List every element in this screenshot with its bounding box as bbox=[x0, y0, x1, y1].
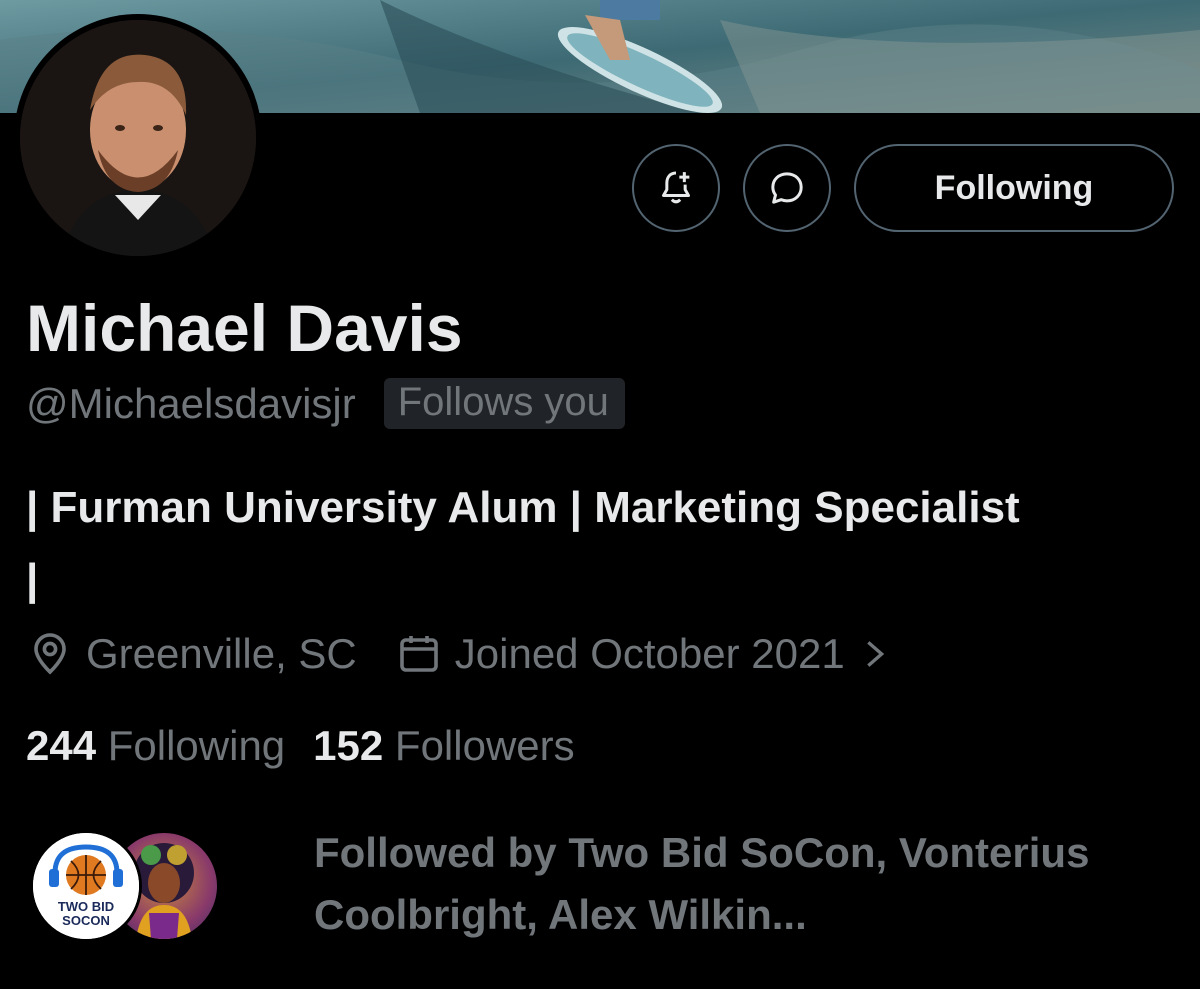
chat-bubble-icon bbox=[771, 172, 803, 204]
profile-meta: Greenville, SC Joined October 2021 bbox=[26, 630, 893, 678]
profile-joined-date: Joined October 2021 bbox=[454, 630, 845, 677]
bell-plus-icon bbox=[662, 171, 690, 204]
svg-text:TWO BID: TWO BID bbox=[58, 899, 114, 914]
profile-bio: | Furman University Alum | Marketing Spe… bbox=[26, 483, 1020, 604]
chevron-right-icon[interactable] bbox=[857, 634, 893, 674]
profile-name: Michael Davis bbox=[26, 291, 463, 365]
following-count: 244 bbox=[26, 722, 108, 769]
profile-location: Greenville, SC bbox=[86, 630, 357, 677]
avatar-photo bbox=[20, 20, 256, 256]
two-bid-socon-logo: TWO BID SOCON bbox=[33, 833, 139, 939]
follows-you-badge: Follows you bbox=[383, 378, 625, 429]
followers-count: 152 bbox=[313, 722, 395, 769]
profile-handle: @Michaelsdavisjr bbox=[26, 379, 356, 427]
profile-avatar[interactable] bbox=[14, 14, 262, 262]
followers-label: Followers bbox=[394, 722, 575, 769]
notifications-button[interactable] bbox=[632, 144, 720, 232]
following-label: Following bbox=[107, 722, 286, 769]
followed-by-avatars[interactable]: TWO BID SOCON bbox=[30, 830, 220, 942]
message-button[interactable] bbox=[743, 144, 831, 232]
svg-text:SOCON: SOCON bbox=[62, 913, 110, 928]
follower-avatar-two-bid-socon[interactable]: TWO BID SOCON bbox=[30, 830, 142, 942]
following-button[interactable]: Following bbox=[854, 144, 1174, 232]
location-pin-icon bbox=[26, 630, 74, 678]
handle-row: @Michaelsdavisjr Follows you bbox=[26, 378, 625, 429]
profile-stats: 244 Following 152 Followers bbox=[26, 722, 575, 770]
following-count-link[interactable]: 244 Following bbox=[26, 722, 285, 770]
calendar-icon bbox=[395, 630, 443, 678]
followed-by-text[interactable]: Followed by Two Bid SoCon, Vonterius Coo… bbox=[314, 822, 1174, 946]
followers-count-link[interactable]: 152 Followers bbox=[313, 722, 574, 770]
